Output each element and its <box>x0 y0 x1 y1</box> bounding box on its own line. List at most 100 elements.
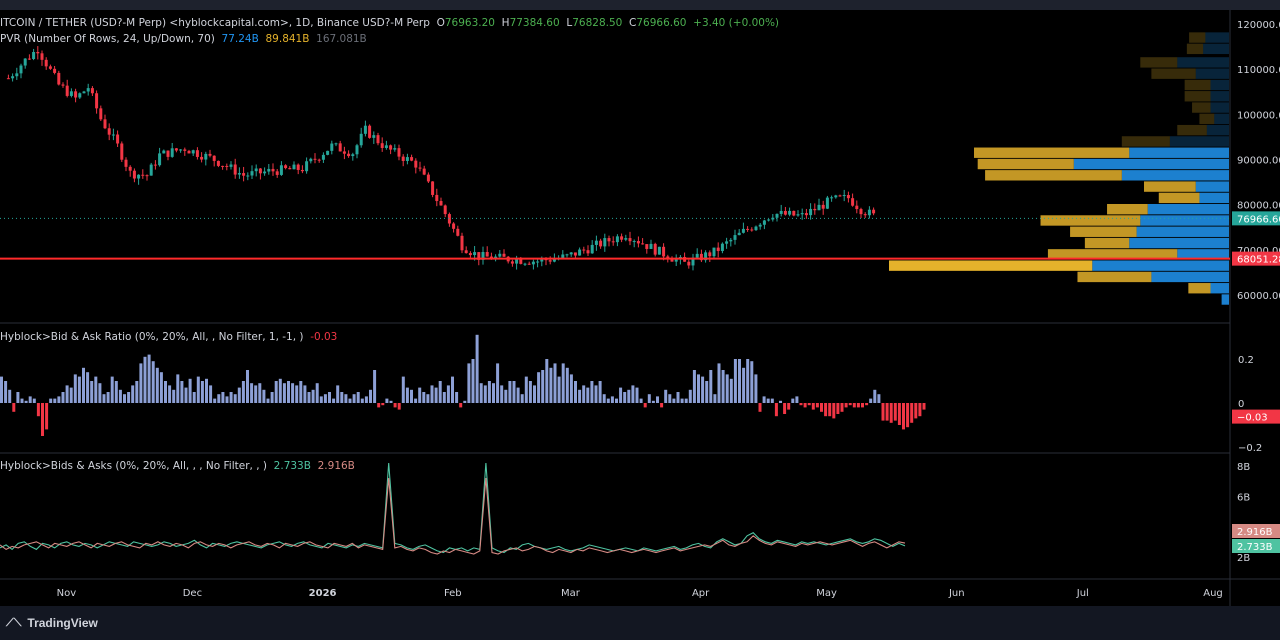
bid-ask-ratio-histogram <box>0 334 926 436</box>
ratio-title[interactable]: Hyblock>Bid & Ask Ratio (0%, 20%, All, ,… <box>0 331 304 343</box>
candle-body <box>775 213 779 218</box>
ratio-bar <box>45 403 49 430</box>
candle-body <box>393 148 397 150</box>
ratio-bar <box>168 385 172 403</box>
candle-body <box>867 209 871 216</box>
candle-body <box>636 241 640 244</box>
ratio-bar <box>16 392 20 403</box>
ratio-bar <box>401 376 405 403</box>
candle-body <box>57 72 61 85</box>
vp-up-bar <box>1210 283 1229 294</box>
ratio-bar <box>885 403 889 421</box>
price-tick-label: 120000.00 <box>1237 20 1280 31</box>
candle-body <box>599 240 603 247</box>
tradingview-logo[interactable]: ⟋⟍ TradingView <box>6 616 98 630</box>
candle-body <box>536 261 540 263</box>
ratio-bar <box>676 392 680 403</box>
candle-body <box>729 239 733 242</box>
ratio-bar <box>807 403 811 406</box>
vp-up-bar <box>1177 57 1229 68</box>
ratio-bar <box>631 385 635 403</box>
ratio-bar <box>254 385 258 403</box>
vp-down-bar <box>1158 192 1200 204</box>
price-axis[interactable]: 120000.00 110000.00 100000.00 90000.00 80000… <box>1232 20 1280 564</box>
ratio-bar <box>315 383 319 403</box>
candle-body <box>246 175 250 177</box>
candle-body <box>141 174 145 176</box>
ratio-bar <box>471 359 475 403</box>
candle-body <box>271 168 275 172</box>
symbol-title[interactable]: ITCOIN / TETHER (USD?-M Perp) <hyblockca… <box>0 17 430 29</box>
ratio-bar <box>159 372 163 403</box>
ratio-bar <box>196 376 200 403</box>
ratio-bar <box>246 370 249 403</box>
candle-body <box>275 171 279 175</box>
ratio-bar <box>832 403 836 419</box>
candle-body <box>95 93 99 109</box>
candle-body <box>590 244 594 254</box>
ratio-bar <box>20 398 24 403</box>
chart-canvas[interactable]: 120000.00 110000.00 100000.00 90000.00 80000… <box>0 0 1280 640</box>
ratio-bar <box>282 383 286 403</box>
ratio-bar <box>274 381 278 403</box>
candle-body <box>321 154 325 160</box>
ratio-bar <box>241 381 245 403</box>
ratio-bar <box>233 394 237 403</box>
ratio-bar <box>664 389 668 403</box>
ratio-bar <box>533 385 536 403</box>
candle-body <box>422 168 426 175</box>
ratio-bar <box>840 403 844 412</box>
candle-body <box>128 166 132 171</box>
ratio-bar <box>590 381 594 403</box>
candle-body <box>473 252 477 256</box>
bids-value: 2.733B <box>273 460 311 472</box>
time-tick-label: May <box>816 588 837 599</box>
candle-body <box>788 210 792 215</box>
vp-up-bar <box>1129 147 1229 158</box>
candle-body <box>313 158 317 160</box>
ratio-bar <box>12 403 16 412</box>
ratio-last-badge: −0.03 <box>1237 413 1268 424</box>
ratio-bar <box>106 392 110 403</box>
ratio-bar <box>397 403 401 410</box>
ratio-bar <box>180 381 184 403</box>
volume-profile <box>889 32 1229 305</box>
candle-body <box>397 148 401 157</box>
ratio-bar <box>783 403 787 414</box>
price-tick-label: 90000.00 <box>1237 156 1280 167</box>
ratio-bar <box>229 392 233 403</box>
ratio-bar <box>332 398 336 403</box>
candle-body <box>527 263 531 265</box>
candle-body <box>258 168 262 174</box>
candle-body <box>548 260 552 262</box>
ratio-bar <box>569 374 573 403</box>
ratio-bar <box>795 396 799 403</box>
symbol-legend: ITCOIN / TETHER (USD?-M Perp) <hyblockca… <box>0 17 779 30</box>
ratio-bar <box>172 389 176 403</box>
ratio-bar <box>336 385 340 403</box>
vp-down-bar <box>974 147 1130 158</box>
candle-body <box>510 261 514 264</box>
ratio-bar <box>438 381 442 403</box>
high-label: H <box>501 17 510 29</box>
ratio-bar <box>893 403 897 421</box>
bids-asks-title[interactable]: Hyblock>Bids & Asks (0%, 20%, All, , , N… <box>0 460 267 472</box>
candle-body <box>53 68 57 73</box>
ratio-bar <box>262 389 266 403</box>
candle-body <box>670 259 674 262</box>
ratio-bar <box>200 381 204 403</box>
ratio-bar <box>131 385 135 403</box>
time-axis[interactable]: Nov Dec 2026 Feb Mar Apr May Jun Jul Aug <box>57 588 1223 599</box>
ratio-bar <box>684 398 688 403</box>
ratio-bar <box>836 403 840 414</box>
ratio-bar <box>188 378 192 403</box>
vpvr-title[interactable]: PVR (Number Of Rows, 24, Up/Down, 70) <box>0 33 215 45</box>
candle-body <box>834 195 838 198</box>
price-tick-label: 110000.00 <box>1237 65 1280 76</box>
candle-body <box>195 150 199 157</box>
candle-body <box>191 150 195 154</box>
candle-body <box>153 164 157 166</box>
ratio-bar <box>627 389 631 403</box>
ratio-bar <box>754 374 758 403</box>
candle-body <box>767 219 771 221</box>
